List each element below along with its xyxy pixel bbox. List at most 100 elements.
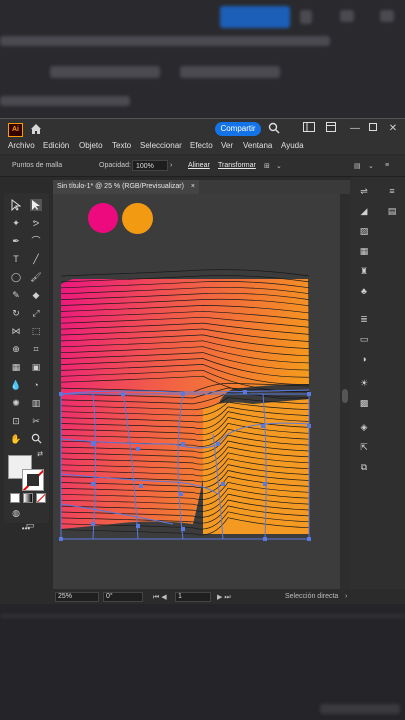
mesh-anchor-point[interactable] (307, 392, 311, 396)
mesh-anchor-point[interactable] (263, 537, 267, 541)
artboard-tool-icon[interactable]: ⊡ (10, 415, 22, 427)
mesh-anchor-point[interactable] (216, 442, 220, 446)
mesh-anchor-point[interactable] (59, 392, 63, 396)
draw-mode-icon[interactable]: ◍ (10, 507, 22, 519)
menu-texto[interactable]: Texto (112, 141, 131, 150)
mesh-anchor-point[interactable] (307, 537, 311, 541)
symbols-icon[interactable]: ♣ (358, 285, 370, 297)
pen-tool-icon[interactable]: ✒ (10, 235, 22, 247)
menu-ver[interactable]: Ver (221, 141, 233, 150)
mesh-anchor-point[interactable] (181, 392, 185, 396)
more-tools-icon[interactable]: ••• (20, 523, 32, 535)
gradient-mode-icon[interactable] (23, 493, 33, 503)
transparency-icon[interactable]: ◑ (358, 353, 370, 365)
scroll-thumb[interactable] (342, 389, 348, 403)
mesh-anchor-point[interactable] (261, 424, 265, 428)
graphic-styles-icon[interactable]: ▩ (358, 397, 370, 409)
paintbrush-tool-icon[interactable]: 🖌 (30, 271, 42, 283)
libraries-icon[interactable]: ≡ (386, 185, 398, 197)
shape-builder-tool-icon[interactable]: ⊕ (10, 343, 22, 355)
lasso-tool-icon[interactable]: ᕗ (30, 217, 42, 229)
blend-tool-icon[interactable]: ◔ (30, 379, 42, 391)
slice-tool-icon[interactable]: ✂ (30, 415, 42, 427)
warped-artwork[interactable] (53, 194, 340, 589)
free-transform-tool-icon[interactable]: ⬚ (30, 325, 42, 337)
close-tab-icon[interactable]: × (191, 183, 195, 190)
stroke-swatch[interactable] (22, 469, 44, 491)
eyedropper-tool-icon[interactable]: 💧 (10, 379, 22, 391)
mesh-anchor-point[interactable] (263, 482, 267, 486)
home-icon[interactable] (29, 122, 43, 136)
mesh-anchor-point[interactable] (91, 522, 95, 526)
minimize-icon[interactable]: — (348, 122, 362, 136)
zoom-field[interactable]: 25% (55, 592, 99, 602)
arrange-icon[interactable] (324, 122, 338, 136)
selection-tool-icon[interactable] (10, 199, 22, 212)
opacity-chevron-icon[interactable]: › (170, 162, 172, 169)
mesh-anchor-point[interactable] (243, 390, 247, 394)
isolate-icon[interactable]: ⊞ (264, 162, 270, 170)
menu-ventana[interactable]: Ventana (243, 141, 272, 150)
canvas-area[interactable] (53, 194, 340, 589)
vertical-scrollbar[interactable] (340, 194, 350, 589)
export-icon[interactable]: ⇱ (358, 441, 370, 453)
arrange-docs-icon[interactable]: ▤ (354, 162, 361, 170)
align-link[interactable]: Alinear (188, 162, 210, 169)
brushes-icon[interactable]: ◢ (358, 205, 370, 217)
eraser-tool-icon[interactable]: ◆ (30, 289, 42, 301)
image-trace-icon[interactable]: ▨ (358, 225, 370, 237)
document-tab[interactable]: Sin título-1* @ 25 % (RGB/Previsualizar)… (53, 180, 199, 194)
hand-tool-icon[interactable]: ✋ (10, 433, 22, 445)
menu-objeto[interactable]: Objeto (79, 141, 103, 150)
maximize-icon[interactable] (366, 122, 380, 136)
gradient-tool-icon[interactable]: ▣ (30, 361, 42, 373)
layers-icon[interactable]: ◈ (358, 421, 370, 433)
ellipse-tool-icon[interactable]: ◯ (10, 271, 22, 283)
mesh-anchor-point[interactable] (181, 527, 185, 531)
gradient-icon[interactable]: ▭ (358, 333, 370, 345)
shaper-tool-icon[interactable]: ✎ (10, 289, 22, 301)
direct-selection-tool-icon[interactable] (30, 199, 42, 211)
layers-small-icon[interactable]: ▤ (386, 205, 398, 217)
stroke-icon[interactable]: ≣ (358, 313, 370, 325)
none-mode-icon[interactable] (36, 493, 46, 503)
mesh-anchor-point[interactable] (91, 442, 95, 446)
rotation-field[interactable]: 0° (103, 592, 143, 602)
workspace-icon[interactable] (302, 122, 316, 136)
zoom-tool-icon[interactable] (30, 433, 42, 445)
mesh-anchor-point[interactable] (136, 524, 140, 528)
graph-tool-icon[interactable]: ▥ (30, 397, 42, 409)
menu-seleccionar[interactable]: Seleccionar (140, 141, 182, 150)
share-button[interactable]: Compartir (215, 122, 261, 136)
mesh-anchor-point[interactable] (179, 492, 183, 496)
appearance-icon[interactable]: ☀ (358, 377, 370, 389)
panel-menu-icon[interactable]: ≡ (385, 162, 389, 169)
mesh-anchor-point[interactable] (307, 424, 311, 428)
scale-tool-icon[interactable]: ⤢ (30, 307, 42, 319)
mesh-anchor-point[interactable] (139, 484, 143, 488)
status-expand-icon[interactable]: › (345, 593, 347, 600)
artboard-field[interactable]: 1 (175, 592, 211, 602)
transform-link[interactable]: Transformar (218, 162, 256, 169)
artboard-nav-next-icons[interactable]: ▶ ⏭ (217, 593, 231, 602)
menu-efecto[interactable]: Efecto (190, 141, 213, 150)
rotate-tool-icon[interactable]: ↻ (10, 307, 22, 319)
menu-archivo[interactable]: Archivo (8, 141, 35, 150)
color-icon[interactable]: ▦ (358, 245, 370, 257)
mesh-anchor-point[interactable] (91, 482, 95, 486)
chevron-down-icon[interactable]: ⌄ (276, 162, 282, 170)
symbol-sprayer-tool-icon[interactable]: ✺ (10, 397, 22, 409)
search-icon[interactable] (267, 122, 281, 136)
mesh-tool-icon[interactable]: ▦ (10, 361, 22, 373)
magic-wand-tool-icon[interactable]: ✦ (10, 217, 22, 229)
perspective-grid-tool-icon[interactable]: ⌗ (30, 343, 42, 355)
swap-fill-stroke-icon[interactable]: ⇄ (34, 449, 46, 461)
opacity-field[interactable]: 100% (132, 160, 168, 171)
properties-icon[interactable]: ⇌ (358, 185, 370, 197)
artboard-nav-icons[interactable]: ⏮ ◀ (153, 593, 167, 602)
type-tool-icon[interactable]: T (10, 253, 22, 265)
line-tool-icon[interactable]: ╱ (30, 253, 42, 265)
width-tool-icon[interactable]: ⋈ (10, 325, 22, 337)
color-mode-icon[interactable] (10, 493, 20, 503)
mesh-anchor-point[interactable] (136, 447, 140, 451)
